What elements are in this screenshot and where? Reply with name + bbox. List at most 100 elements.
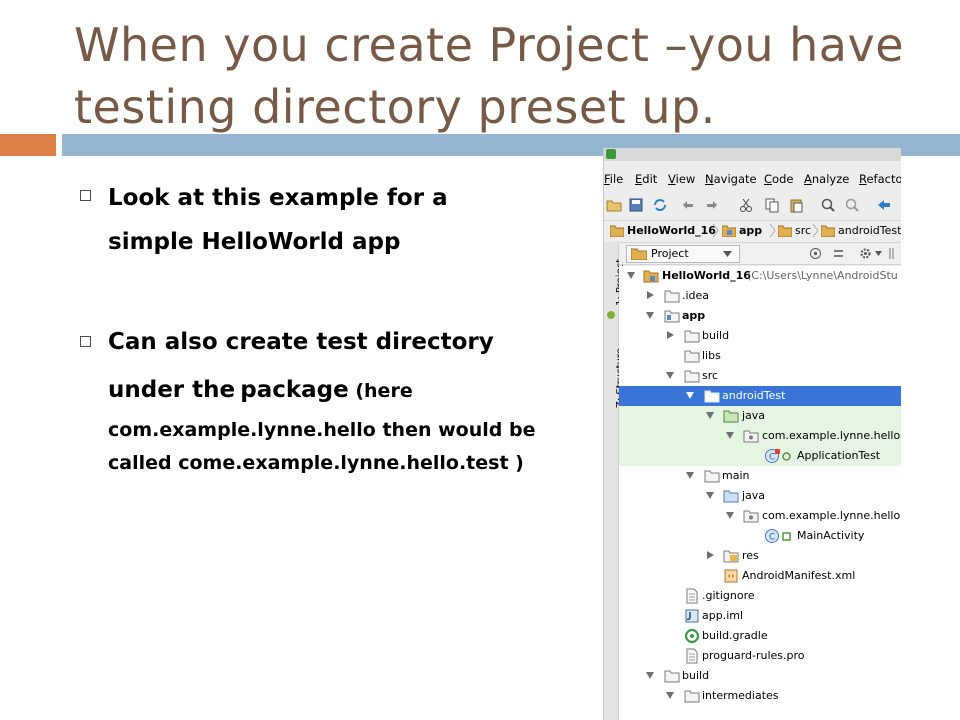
tree-row-idea[interactable]: .idea xyxy=(619,286,901,306)
menu-navigate[interactable]: Navigate xyxy=(705,172,757,186)
tree-row-gitignore[interactable]: .gitignore xyxy=(619,586,901,606)
menu-code[interactable]: Code xyxy=(764,172,793,186)
tree-row-main[interactable]: main xyxy=(619,466,901,486)
tree-row-app-iml[interactable]: app.iml xyxy=(619,606,901,626)
chevron-down-icon xyxy=(875,251,882,256)
hide-panel-icon[interactable] xyxy=(889,247,901,260)
chevron-right-icon[interactable] xyxy=(647,291,654,299)
menu-file[interactable]: File xyxy=(604,172,623,186)
find-icon[interactable] xyxy=(820,197,836,213)
menu-view[interactable]: View xyxy=(668,172,695,186)
cut-icon[interactable] xyxy=(738,197,754,213)
tree-row-label: res xyxy=(742,549,759,562)
chevron-down-icon[interactable] xyxy=(686,392,694,399)
chevron-right-icon xyxy=(712,223,719,238)
test-folder-icon xyxy=(704,390,720,403)
tree-row-main-package[interactable]: com.example.lynne.hello xyxy=(619,506,901,526)
breadcrumb-item-project[interactable]: HelloWorld_16 xyxy=(610,224,716,237)
copy-icon[interactable] xyxy=(764,197,780,213)
redo-icon[interactable] xyxy=(704,197,720,213)
square-bullet-icon xyxy=(80,190,91,201)
tree-row-res[interactable]: res xyxy=(619,546,901,566)
class-icon: C xyxy=(765,529,779,543)
tree-row-manifest[interactable]: AndroidManifest.xml xyxy=(619,566,901,586)
chevron-down-icon[interactable] xyxy=(726,512,734,519)
chevron-right-icon xyxy=(769,223,776,238)
undo-icon[interactable] xyxy=(680,197,696,213)
tree-row-androidtest[interactable]: androidTest xyxy=(619,386,901,406)
source-folder-icon xyxy=(723,490,739,503)
menu-analyze[interactable]: Analyze xyxy=(804,172,849,186)
chevron-down-icon[interactable] xyxy=(706,412,714,419)
tree-row-test-java[interactable]: java xyxy=(619,406,901,426)
tree-row-project-root[interactable]: HelloWorld_16 (C:\Users\Lynne\AndroidStu xyxy=(619,266,901,286)
ide-title-bar xyxy=(604,148,901,161)
android-studio-icon xyxy=(606,149,616,159)
project-folder-icon xyxy=(643,270,659,283)
tree-row-label: .idea xyxy=(682,289,710,302)
menu-refactor[interactable]: Refactor xyxy=(859,172,901,186)
paste-icon[interactable] xyxy=(788,197,804,213)
tree-row-root-build[interactable]: build xyxy=(619,666,901,686)
bullet-list: Look at this example for a simple HelloW… xyxy=(80,176,540,480)
tree-row-build[interactable]: build xyxy=(619,326,901,346)
collapse-all-icon[interactable] xyxy=(832,247,845,260)
chevron-down-icon[interactable] xyxy=(706,492,714,499)
run-test-icon xyxy=(782,452,791,461)
view-selector-dropdown[interactable]: Project xyxy=(626,245,740,263)
tree-row-applicationtest[interactable]: C ApplicationTest xyxy=(619,446,901,466)
sync-icon[interactable] xyxy=(652,197,668,213)
tree-row-label: src xyxy=(702,369,719,382)
tree-row-proguard[interactable]: proguard-rules.pro xyxy=(619,646,901,666)
chevron-down-icon[interactable] xyxy=(646,672,654,679)
tree-row-libs[interactable]: libs xyxy=(619,346,901,366)
back-icon[interactable] xyxy=(876,197,892,213)
folder-icon xyxy=(684,330,700,343)
ide-menu-bar: File Edit View Navigate Code Analyze Ref… xyxy=(604,168,901,190)
gradle-file-icon xyxy=(684,628,700,644)
tree-row-build-gradle[interactable]: build.gradle xyxy=(619,626,901,646)
breadcrumb-item-src[interactable]: src xyxy=(778,224,811,237)
tree-row-label: libs xyxy=(702,349,721,362)
chevron-right-icon[interactable] xyxy=(667,331,674,339)
chevron-down-icon[interactable] xyxy=(666,692,674,699)
chevron-down-icon[interactable] xyxy=(666,372,674,379)
tree-row-label: java xyxy=(742,409,766,422)
tree-row-label: HelloWorld_16 xyxy=(662,269,751,282)
save-icon[interactable] xyxy=(628,197,644,213)
test-folder-icon xyxy=(821,225,835,237)
chevron-down-icon[interactable] xyxy=(646,312,654,319)
locate-icon[interactable] xyxy=(809,247,822,260)
tree-row-label: .gitignore xyxy=(702,589,755,602)
chevron-down-icon xyxy=(723,251,732,257)
breadcrumb-item-app[interactable]: app xyxy=(722,224,762,237)
tree-row-label: build xyxy=(682,669,710,682)
menu-edit[interactable]: Edit xyxy=(635,172,657,186)
open-folder-icon[interactable] xyxy=(606,197,622,213)
tree-row-test-package[interactable]: com.example.lynne.hello xyxy=(619,426,901,446)
package-icon xyxy=(743,430,759,443)
tree-row-mainactivity[interactable]: C MainActivity xyxy=(619,526,901,546)
folder-icon xyxy=(704,470,720,483)
module-folder-icon xyxy=(664,310,680,323)
chevron-down-icon[interactable] xyxy=(627,272,635,279)
chevron-right-icon xyxy=(812,223,819,238)
tree-row-src[interactable]: src xyxy=(619,366,901,386)
tree-row-label: main xyxy=(722,469,750,482)
square-bullet-icon xyxy=(80,336,91,347)
chevron-down-icon[interactable] xyxy=(686,472,694,479)
tree-row-app[interactable]: app xyxy=(619,306,901,326)
chevron-down-icon[interactable] xyxy=(726,432,734,439)
svg-text:C: C xyxy=(769,533,775,543)
tree-row-main-java[interactable]: java xyxy=(619,486,901,506)
tree-row-intermediates[interactable]: intermediates xyxy=(619,686,901,706)
replace-icon[interactable] xyxy=(844,197,860,213)
bullet-text-package: package xyxy=(240,377,349,403)
tool-window-strip: 1: Project Z: Structure xyxy=(604,242,626,720)
bullet-text: Look at this example for a simple HelloW… xyxy=(108,185,448,255)
chevron-right-icon[interactable] xyxy=(707,551,714,559)
resource-folder-icon xyxy=(723,550,739,563)
gear-icon[interactable] xyxy=(859,247,872,260)
accent-bar-orange xyxy=(0,134,56,156)
breadcrumb-item-androidtest[interactable]: androidTest xyxy=(821,224,901,237)
